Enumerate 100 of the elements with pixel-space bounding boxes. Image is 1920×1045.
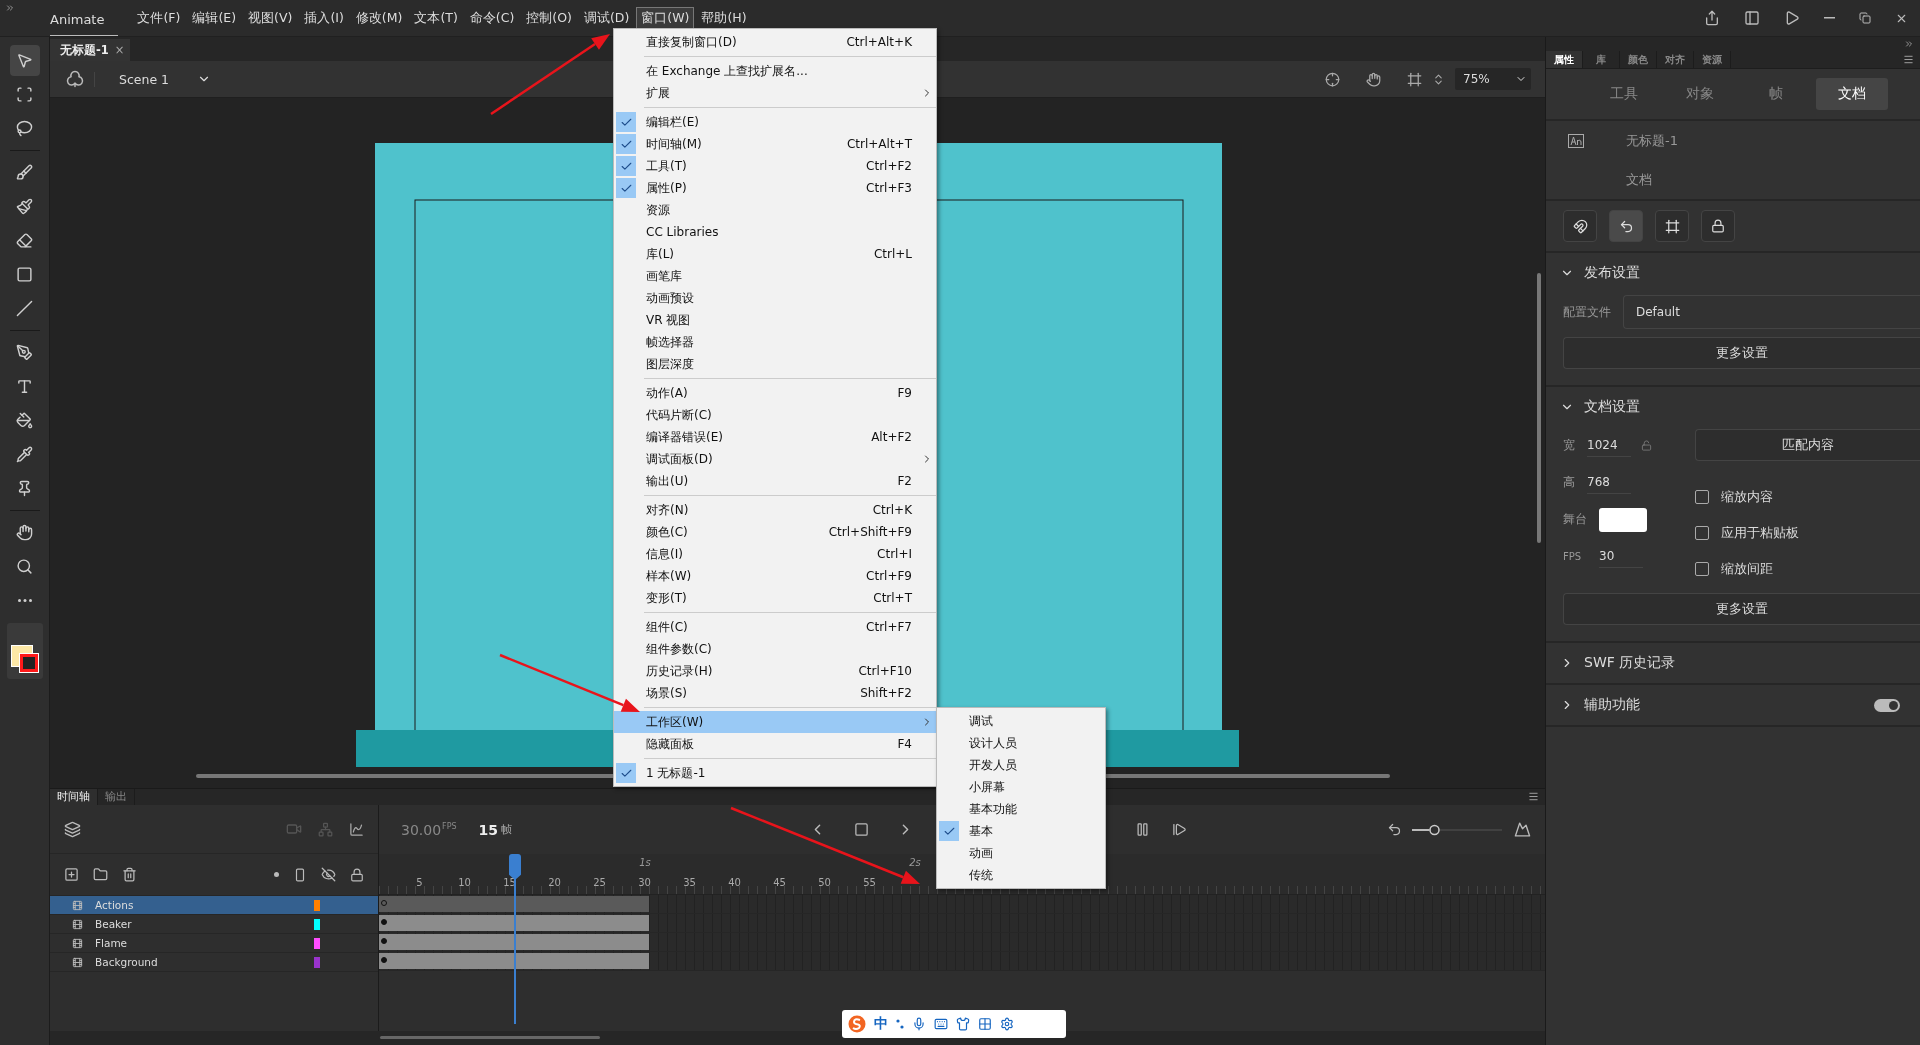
field-label: 舞台 [1563,511,1588,528]
menu-title[interactable]: 文件(F) [132,6,186,30]
stroke-color-swatch[interactable] [19,654,38,672]
close-tab-button[interactable]: × [114,43,125,57]
menu-item[interactable]: 编辑栏(E) [614,111,936,133]
menu-item[interactable]: 变形(T) Ctrl+T [614,587,936,609]
snap-button[interactable] [1563,210,1597,242]
layer-row[interactable]: Flame [50,934,378,953]
menu-item[interactable]: 工作区(W) [614,711,936,733]
menu-item[interactable]: 设计人员 [937,732,1105,754]
menu-item[interactable]: 信息(I) Ctrl+I [614,543,936,565]
fps-field[interactable]: 30 [1599,545,1643,568]
menu-item[interactable]: 动画 [937,842,1105,864]
layer-row[interactable]: Background [50,953,378,972]
tool-button[interactable] [9,45,40,76]
stage-color-swatch[interactable] [1599,507,1647,532]
lock-button[interactable] [1701,210,1735,242]
menu-item[interactable]: 时间轴(M) Ctrl+Alt+T [614,133,936,155]
menu-title[interactable]: 修改(M) [350,6,408,30]
width-field[interactable]: 1024 [1587,434,1631,457]
menu-item-label: 代码片断(C) [646,406,713,424]
menu-item[interactable]: 动画预设 [614,287,936,309]
menu-item[interactable]: 直接复制窗口(D) Ctrl+Alt+K [614,31,936,53]
field-label: FPS [1563,551,1583,562]
ime-mode-label[interactable]: 中 [874,1015,888,1033]
mode-tab[interactable]: 帧 [1740,78,1812,110]
zoom-slider[interactable] [1412,822,1502,837]
scene-dropdown[interactable]: Scene 1 [94,71,212,87]
menu-title[interactable]: 视图(V) [243,6,298,30]
panel-tab[interactable]: 属性 [1546,51,1583,68]
match-contents-button[interactable]: 匹配内容 [1695,429,1920,461]
menu-item[interactable]: 场景(S) Shift+F2 [614,682,936,704]
menu-item[interactable]: 画笔库 [614,265,936,287]
menu-item[interactable]: 开发人员 [937,754,1105,776]
menu-title[interactable]: 控制(O) [521,6,577,30]
menu-title[interactable]: 命令(C) [464,6,520,30]
menu-item[interactable]: 在 Exchange 上查找扩展名... [614,60,936,82]
menu-title[interactable]: 编辑(E) [187,6,242,30]
menu-item[interactable]: 编译器错误(E) Alt+F2 [614,426,936,448]
layout-button[interactable] [1742,8,1762,28]
transform-icon [16,86,33,103]
restore-button[interactable] [1857,10,1873,26]
mode-tab[interactable]: 文档 [1816,78,1888,110]
align-button[interactable] [1609,210,1643,242]
menu-title[interactable]: 帮助(H) [696,6,752,30]
more-settings-button[interactable]: 更多设置 [1563,593,1920,625]
scrollbar[interactable] [1537,273,1541,543]
color-swatches[interactable] [6,623,43,679]
layer-row[interactable]: Beaker [50,915,378,934]
menu-item[interactable]: 扩展 [614,82,936,104]
menu-item[interactable]: 传统 [937,864,1105,886]
height-field[interactable]: 768 [1587,471,1631,494]
menu-item[interactable]: 基本 [937,820,1105,842]
menu-item[interactable]: 隐藏面板 F4 [614,733,936,755]
section-header[interactable]: SWF 历史记录 [1546,643,1676,683]
section-header[interactable]: 发布设置 [1546,253,1640,293]
menu-item[interactable]: 基本功能 [937,798,1105,820]
menu-item[interactable]: 历史记录(H) Ctrl+F10 [614,660,936,682]
menu-item[interactable]: 资源 [614,199,936,221]
menu-item[interactable]: VR 视图 [614,309,936,331]
more-settings-button[interactable]: 更多设置 [1563,337,1920,369]
zoom-field[interactable]: 75% [1455,68,1531,90]
section-header[interactable]: 文档设置 [1546,387,1640,427]
mode-tab[interactable]: 对象 [1664,78,1736,110]
menu-title[interactable]: 文本(T) [409,6,463,30]
menu-item[interactable]: 帧选择器 [614,331,936,353]
menu-item[interactable]: 样本(W) Ctrl+F9 [614,565,936,587]
menu-item[interactable]: 动作(A) F9 [614,382,936,404]
menu-item[interactable]: 库(L) Ctrl+L [614,243,936,265]
menu-item[interactable]: 调试 [937,710,1105,732]
menu-item[interactable]: 小屏幕 [937,776,1105,798]
ruler-button[interactable] [1655,210,1689,242]
menu-title[interactable]: 插入(I) [299,6,349,30]
document-tab[interactable]: 无标题-1 × [50,39,131,61]
menu-item[interactable]: 组件(C) Ctrl+F7 [614,616,936,638]
menu-item[interactable]: 1 无标题-1 [614,762,936,784]
profile-dropdown[interactable]: Default [1623,295,1920,329]
mode-tab[interactable]: 工具 [1588,78,1660,110]
menu-title[interactable]: 调试(D) [578,6,635,30]
panel-tab[interactable]: 时间轴 [50,789,98,805]
menu-item[interactable]: 属性(P) Ctrl+F3 [614,177,936,199]
checkbox[interactable] [1695,490,1709,504]
menu-item[interactable]: 颜色(C) Ctrl+Shift+F9 [614,521,936,543]
layer-icon [72,956,83,968]
layer-row[interactable]: Actions [50,896,378,915]
menu-item[interactable]: 调试面板(D) [614,448,936,470]
scrollbar[interactable] [380,1036,600,1039]
checkbox[interactable] [1695,562,1709,576]
menu-item[interactable]: 对齐(N) Ctrl+K [614,499,936,521]
menu-item[interactable]: 图层深度 [614,353,936,375]
menu-item[interactable]: 输出(U) F2 [614,470,936,492]
menu-item[interactable]: 代码片断(C) [614,404,936,426]
checkbox[interactable] [1695,526,1709,540]
menu-item[interactable]: CC Libraries [614,221,936,243]
menu-item[interactable]: 工具(T) Ctrl+F2 [614,155,936,177]
punctuation-icon[interactable] [896,1019,904,1029]
toggle-switch[interactable] [1874,698,1900,712]
section-header[interactable]: 辅助功能 [1546,685,1640,725]
menu-item[interactable]: 组件参数(C) [614,638,936,660]
menu-title[interactable]: 窗口(W) [636,6,695,30]
